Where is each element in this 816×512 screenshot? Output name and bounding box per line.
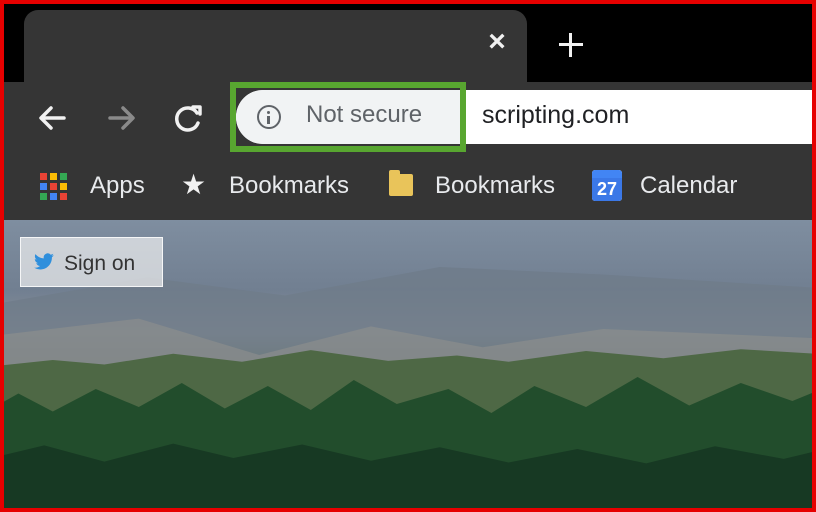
web-page-content: Sign on	[4, 220, 812, 508]
security-highlight-box	[230, 82, 466, 152]
browser-toolbar: Not secure scripting.com	[4, 82, 812, 154]
twitter-bird-icon	[34, 253, 54, 270]
folder-icon	[389, 170, 413, 196]
bookmark-star-bookmarks[interactable]: ★ Bookmarks	[181, 168, 361, 202]
sign-on-label: Sign on	[64, 252, 136, 275]
bookmark-calendar[interactable]: 27 Calendar	[592, 168, 752, 202]
new-tab-icon[interactable]	[556, 30, 586, 60]
back-arrow-icon[interactable]	[34, 100, 70, 136]
bookmark-label: Bookmarks	[229, 172, 350, 199]
annotated-screenshot-frame: × Not secure scripting.com Apps ★ Bookma…	[0, 0, 816, 512]
reload-icon[interactable]	[170, 100, 206, 136]
calendar-icon: 27	[592, 170, 622, 201]
bookmark-apps[interactable]: Apps	[40, 168, 150, 202]
apps-grid-icon	[40, 173, 67, 200]
tab-strip: ×	[4, 4, 812, 82]
calendar-day: 27	[592, 178, 622, 201]
close-tab-icon[interactable]: ×	[485, 27, 509, 57]
bookmark-label: Calendar	[640, 172, 738, 199]
sign-on-button[interactable]: Sign on	[20, 237, 163, 287]
active-tab[interactable]: ×	[24, 10, 527, 82]
bookmark-label: Apps	[90, 172, 145, 199]
bookmarks-bar: Apps ★ Bookmarks Bookmarks 27 Calendar	[4, 154, 812, 220]
bookmark-folder-bookmarks[interactable]: Bookmarks	[389, 168, 569, 202]
forward-arrow-icon[interactable]	[104, 100, 140, 136]
star-icon: ★	[181, 169, 207, 200]
url-text[interactable]: scripting.com	[482, 101, 629, 130]
bookmark-label: Bookmarks	[435, 172, 556, 199]
